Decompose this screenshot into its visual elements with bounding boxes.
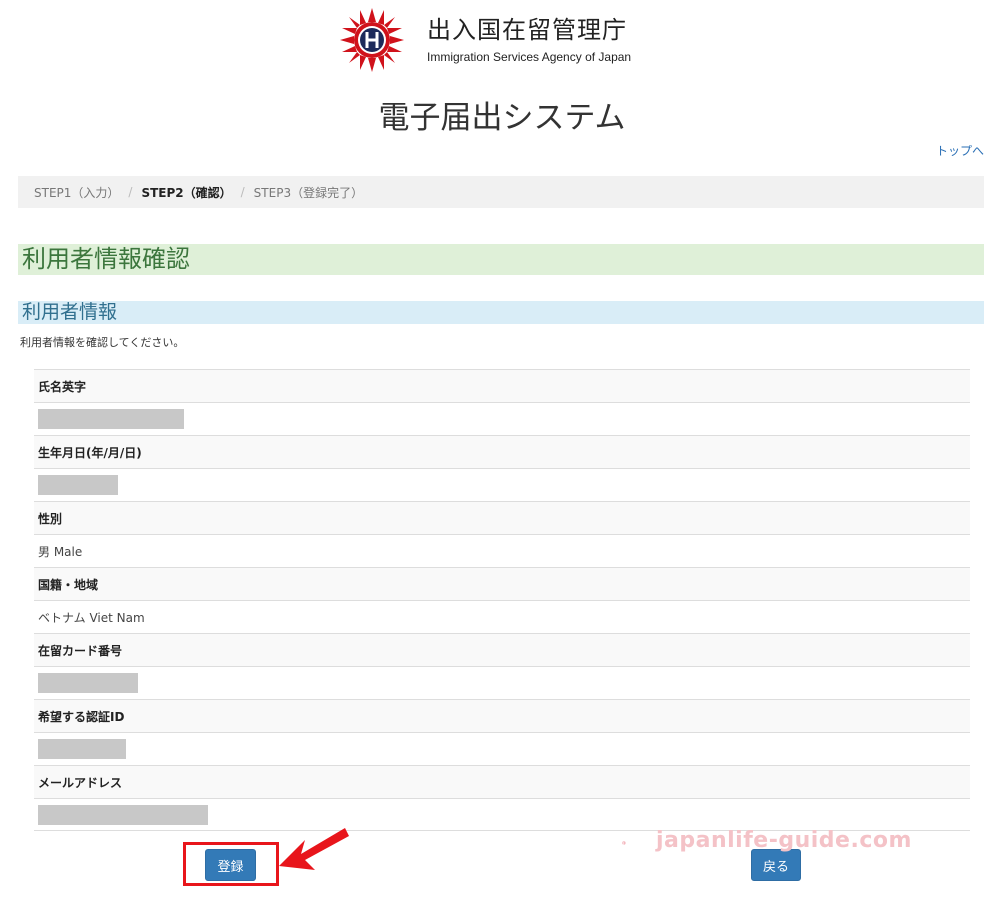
system-title: 電子届出システム — [378, 100, 626, 136]
breadcrumb: STEP1（入力） / STEP2（確認） / STEP3（登録完了） — [18, 176, 984, 208]
field-value-name — [34, 402, 970, 435]
field-label-nationality: 国籍・地域 — [34, 567, 970, 600]
redacted-block — [38, 475, 118, 495]
page-title: 利用者情報確認 — [18, 244, 984, 275]
field-value-birthdate — [34, 468, 970, 501]
field-label-email: メールアドレス — [34, 765, 970, 798]
redacted-block — [38, 673, 138, 693]
highlight-box — [183, 842, 279, 886]
site-header: 出入国在留管理庁 Immigration Services Agency of … — [0, 0, 1004, 80]
instructions-text: 利用者情報を確認してください。 — [20, 336, 185, 349]
breadcrumb-separator: / — [240, 185, 245, 199]
breadcrumb-step1: STEP1（入力） — [34, 185, 120, 200]
section-heading: 利用者情報 — [18, 301, 984, 324]
field-value-auth-id — [34, 732, 970, 765]
field-value-residence-card — [34, 666, 970, 699]
agency-name-jp: 出入国在留管理庁 — [427, 16, 627, 44]
breadcrumb-step3: STEP3（登録完了） — [253, 185, 364, 200]
field-label-birthdate: 生年月日(年/月/日) — [34, 435, 970, 468]
agency-name-en: Immigration Services Agency of Japan — [427, 50, 632, 64]
field-value-gender: 男 Male — [34, 534, 970, 567]
field-label-auth-id: 希望する認証ID — [34, 699, 970, 732]
agency-emblem-icon — [340, 8, 404, 72]
field-label-gender: 性別 — [34, 501, 970, 534]
breadcrumb-step2: STEP2（確認） — [141, 185, 232, 200]
field-label-residence-card: 在留カード番号 — [34, 633, 970, 666]
breadcrumb-separator: / — [128, 185, 133, 199]
redacted-block — [38, 804, 208, 825]
field-label-name: 氏名英字 — [34, 369, 970, 402]
user-info-table: 氏名英字 生年月日(年/月/日) 性別 男 Male 国籍・地域 ベトナム Vi… — [34, 369, 970, 831]
redacted-block — [38, 739, 126, 759]
redacted-block — [38, 409, 184, 429]
field-value-email — [34, 798, 970, 831]
red-arrow-icon — [279, 828, 349, 870]
back-button[interactable]: 戻る — [751, 849, 801, 881]
watermark-text: japanlife-guide.com — [656, 828, 912, 853]
field-value-nationality: ベトナム Viet Nam — [34, 600, 970, 633]
watermark-logo-icon: J — [622, 841, 626, 845]
top-page-link[interactable]: トップへ — [936, 142, 984, 159]
